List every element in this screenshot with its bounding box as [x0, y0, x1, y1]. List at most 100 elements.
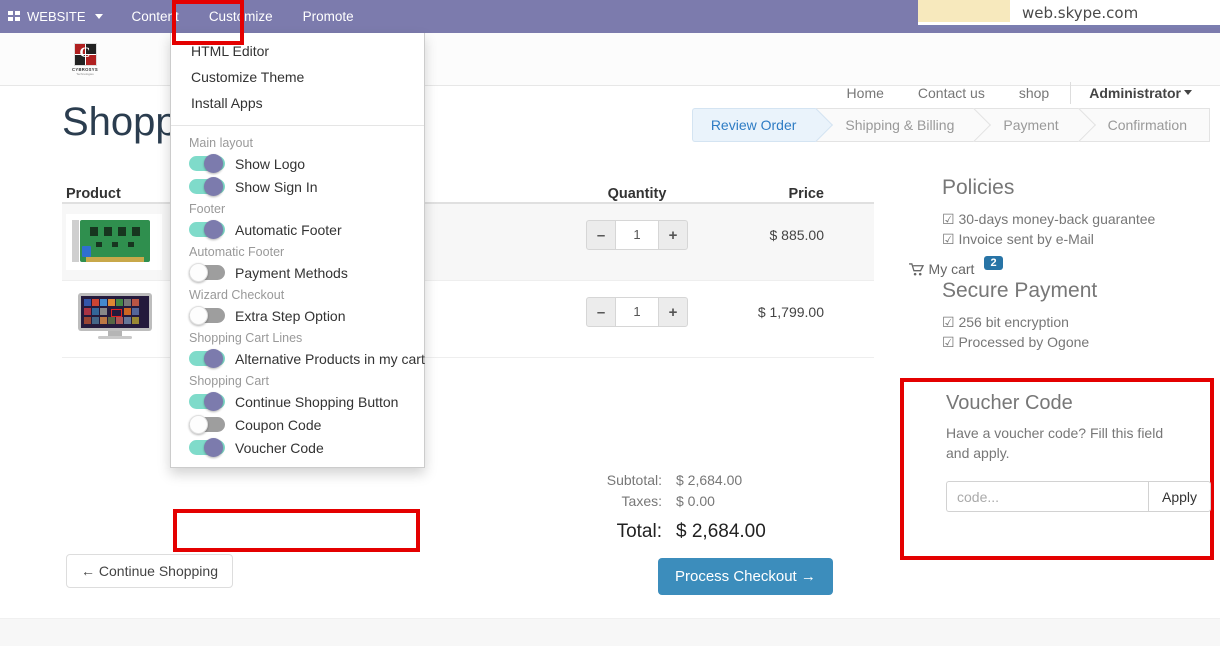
quantity-stepper[interactable]: – 1 +: [586, 220, 688, 250]
logo-letter: C: [79, 44, 91, 61]
topbar-item-customize[interactable]: Customize: [194, 0, 288, 33]
voucher-description: Have a voucher code? Fill this field and…: [946, 425, 1164, 461]
menu-toggle-label: Coupon Code: [235, 416, 322, 433]
user-menu-administrator[interactable]: Administrator: [1075, 66, 1210, 119]
site-logo[interactable]: C CYBROSYS Technologies: [70, 40, 100, 78]
browser-frame-edge: [918, 25, 1220, 28]
shopping-cart-icon: [908, 262, 924, 275]
wizard-step-label: Payment: [1003, 117, 1059, 133]
total-line: Total: $ 2,684.00: [560, 518, 872, 546]
toggle-switch-off-icon[interactable]: [189, 415, 225, 434]
wizard-step-label: Confirmation: [1107, 117, 1187, 133]
taxes-line: Taxes: $ 0.00: [560, 491, 872, 512]
quantity-input[interactable]: 1: [616, 220, 658, 250]
menu-item-install-apps[interactable]: Install Apps: [171, 90, 424, 116]
menu-group-heading-main-layout: Main layout: [189, 136, 253, 150]
menu-toggle-extra-step-option[interactable]: Extra Step Option: [171, 304, 424, 327]
menu-toggle-alternative-products[interactable]: Alternative Products in my cart: [171, 347, 425, 370]
wizard-step-label: Review Order: [710, 117, 797, 133]
menu-toggle-payment-methods[interactable]: Payment Methods: [171, 261, 424, 284]
cart-totals: Subtotal: $ 2,684.00 Taxes: $ 0.00 Total…: [560, 470, 872, 595]
menu-item-customize-theme[interactable]: Customize Theme: [171, 64, 424, 90]
browser-window-fragment: web.skype.com: [918, 0, 1220, 28]
menu-toggle-continue-shopping-button[interactable]: Continue Shopping Button: [171, 390, 424, 413]
taxes-value: $ 0.00: [676, 493, 715, 509]
plus-icon[interactable]: +: [658, 220, 688, 250]
menu-group-heading-footer: Footer: [189, 202, 226, 216]
subtotal-line: Subtotal: $ 2,684.00: [560, 470, 872, 491]
toggle-switch-on-icon[interactable]: [189, 438, 225, 457]
menu-toggle-label: Automatic Footer: [235, 221, 342, 238]
menu-toggle-voucher-code[interactable]: Voucher Code: [171, 436, 424, 459]
nav-divider: [1070, 81, 1072, 104]
topbar-item-content[interactable]: Content: [117, 0, 194, 33]
menu-toggle-show-sign-in[interactable]: Show Sign In: [171, 175, 424, 198]
browser-tab[interactable]: [918, 0, 1010, 24]
voucher-code-input[interactable]: [946, 481, 1148, 512]
toggle-switch-off-icon[interactable]: [189, 263, 225, 282]
menu-toggle-label: Extra Step Option: [235, 307, 346, 324]
monitor-image: [66, 291, 162, 347]
menu-toggle-label: Alternative Products in my cart: [235, 350, 425, 367]
cart-row-quantity: – 1 +: [542, 291, 732, 327]
plus-icon[interactable]: +: [658, 297, 688, 327]
list-item: ☑ 256 bit encryption: [942, 314, 1069, 330]
voucher-heading: Voucher Code: [946, 392, 1073, 414]
browser-url-bar[interactable]: web.skype.com: [1010, 0, 1220, 26]
minus-icon[interactable]: –: [586, 297, 616, 327]
user-menu-label: Administrator: [1089, 84, 1181, 101]
minus-icon[interactable]: –: [586, 220, 616, 250]
continue-shopping-button[interactable]: ← Continue Shopping: [66, 554, 233, 588]
menu-group-heading-shopping-cart: Shopping Cart: [189, 374, 269, 388]
list-item: ☑ 30-days money-back guarantee: [942, 211, 1156, 227]
total-label: Total:: [616, 521, 662, 542]
voucher-form: Apply: [946, 481, 1212, 512]
cart-row-quantity: – 1 +: [542, 214, 732, 250]
wizard-step-label: Shipping & Billing: [845, 117, 955, 133]
taxes-label: Taxes:: [621, 493, 662, 509]
nav-link-contact-us[interactable]: Contact us: [901, 66, 1002, 119]
toggle-switch-on-icon[interactable]: [189, 220, 225, 239]
quantity-input[interactable]: 1: [616, 297, 658, 327]
nav-link-shop[interactable]: shop: [1002, 66, 1066, 119]
menu-toggle-automatic-footer[interactable]: Automatic Footer: [171, 218, 424, 241]
menu-toggle-label: Show Logo: [235, 155, 306, 172]
menu-toggle-label: Continue Shopping Button: [235, 393, 399, 410]
page-root: C CYBROSYS Technologies Home Contact us …: [0, 0, 1220, 646]
menu-toggle-coupon-code[interactable]: Coupon Code: [171, 413, 424, 436]
toggle-switch-on-icon[interactable]: [189, 154, 225, 173]
apply-voucher-button[interactable]: Apply: [1148, 481, 1212, 512]
highlight-box-voucher-toggle: [173, 509, 420, 552]
nav-link-home[interactable]: Home: [830, 66, 901, 119]
toggle-switch-on-icon[interactable]: [189, 392, 225, 411]
toggle-switch-on-icon[interactable]: [189, 349, 225, 368]
subtotal-value: $ 2,684.00: [676, 472, 743, 488]
menu-toggle-show-logo[interactable]: Show Logo: [171, 152, 424, 175]
subtotal-label: Subtotal:: [606, 472, 662, 488]
menu-toggle-label: Payment Methods: [235, 264, 348, 281]
cart-row-price: $ 885.00: [769, 227, 825, 243]
toggle-switch-on-icon[interactable]: [189, 177, 225, 196]
menu-toggle-label: Voucher Code: [235, 439, 324, 456]
process-checkout-button[interactable]: Process Checkout →: [658, 558, 833, 595]
list-item: ☑ Processed by Ogone: [942, 334, 1090, 350]
menu-item-html-editor[interactable]: HTML Editor: [171, 38, 424, 64]
column-header-price: Price: [788, 186, 824, 202]
wizard-step-review-order[interactable]: Review Order: [691, 108, 834, 142]
voucher-code-panel: Voucher Code Have a voucher code? Fill t…: [900, 378, 1214, 560]
chevron-down-icon: [1184, 90, 1192, 95]
menu-group-heading-shopping-cart-lines: Shopping Cart Lines: [189, 331, 303, 345]
site-nav: Home Contact us shop My cart 2 Administr…: [830, 66, 1210, 277]
cart-count-badge: 2: [984, 255, 1003, 270]
my-cart-label: My cart: [928, 260, 975, 277]
topbar-item-promote[interactable]: Promote: [288, 0, 369, 33]
chevron-down-icon: [94, 14, 103, 19]
nav-link-my-cart[interactable]: My cart 2: [892, 242, 1220, 295]
website-app-menu[interactable]: WEBSITE: [0, 0, 117, 33]
menu-group-heading-wizard-checkout: Wizard Checkout: [189, 288, 285, 302]
quantity-stepper[interactable]: – 1 +: [586, 297, 688, 327]
column-header-quantity: Quantity: [607, 186, 667, 202]
cart-row-price: $ 1,799.00: [757, 304, 824, 320]
pci-card-image: [66, 214, 162, 270]
toggle-switch-off-icon[interactable]: [189, 306, 225, 325]
